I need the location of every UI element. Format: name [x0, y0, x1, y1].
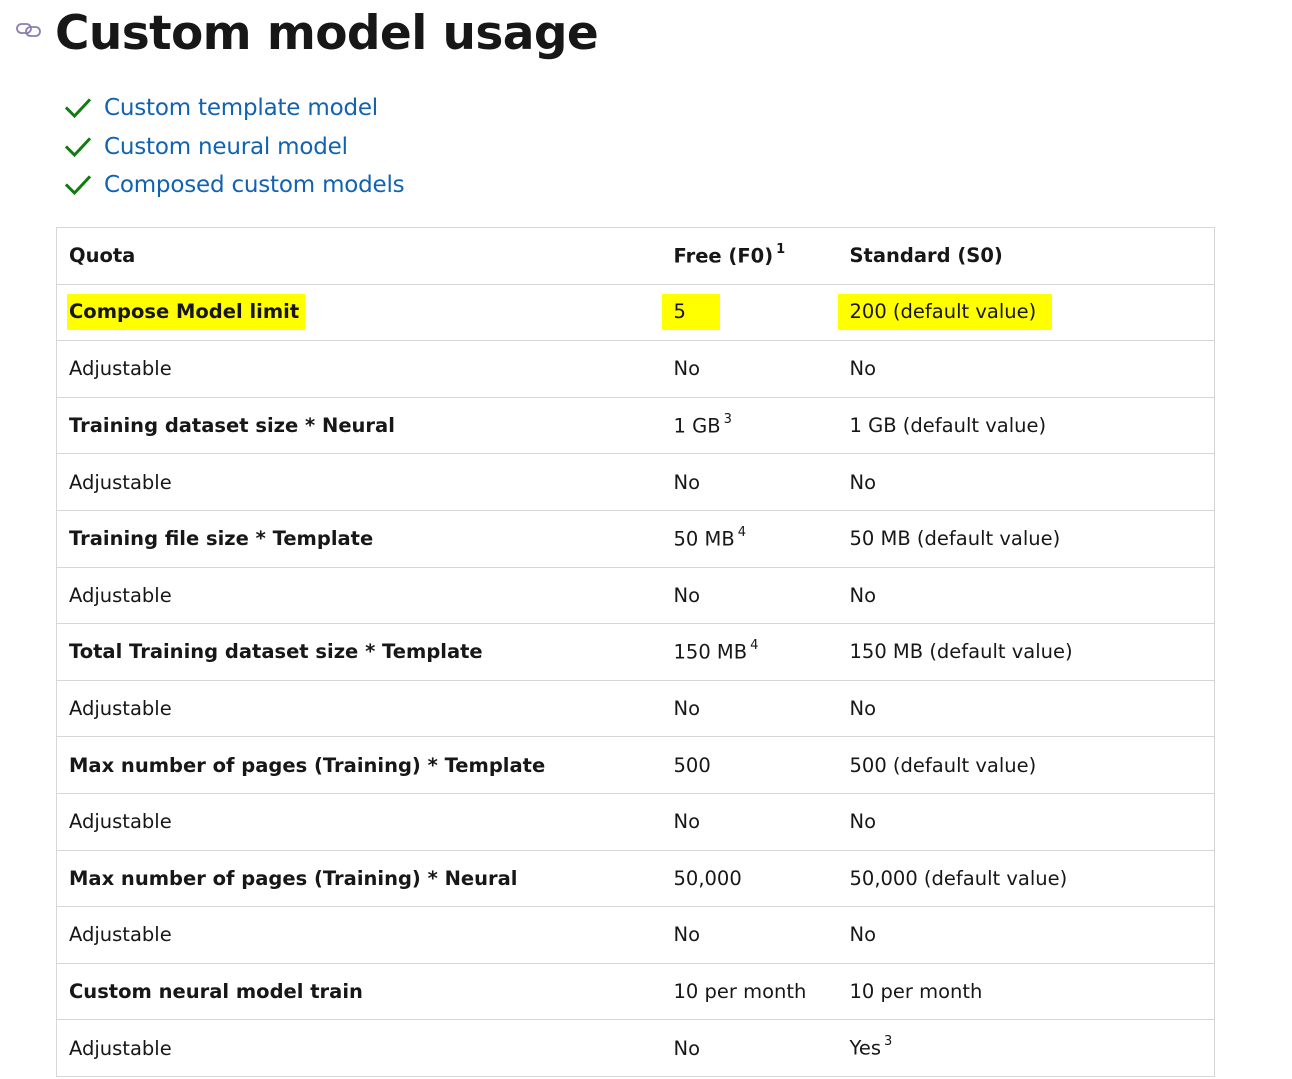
free-tier-cell: 1 GB 3	[649, 397, 838, 455]
list-item: Custom template model	[64, 89, 404, 128]
standard-tier-cell: 50,000 (default value)	[837, 850, 1215, 908]
quota-cell: Training dataset size * Neural	[56, 397, 650, 455]
list-item: Composed custom models	[64, 166, 405, 205]
free-tier-cell: 500	[649, 736, 838, 794]
check-icon	[64, 137, 92, 157]
free-tier-cell: 5	[649, 284, 838, 342]
quota-cell: Compose Model limit	[56, 284, 650, 342]
standard-tier-cell: No	[837, 906, 1215, 964]
free-tier-cell: No	[649, 567, 838, 625]
quota-cell: Max number of pages (Training) * Neural	[56, 850, 650, 908]
table-row: Adjustable No No	[56, 793, 1215, 851]
table-row: Training file size * Template 50 MB 4 50 MB…	[56, 510, 1215, 568]
table-row: Training dataset size * Neural 1 GB 3 1 GB …	[56, 397, 1215, 455]
quota-cell: Adjustable	[56, 793, 650, 851]
standard-tier-cell: 10 per month	[837, 963, 1215, 1021]
table-row: Max number of pages (Training) * Templat…	[56, 736, 1215, 794]
page-title: Custom model usage	[55, 6, 599, 61]
quota-cell: Custom neural model train	[56, 963, 650, 1021]
table-row: Total Training dataset size * Template 15…	[56, 623, 1215, 681]
table-row: Adjustable No Yes 3	[57, 1020, 1215, 1077]
standard-tier-cell: Yes 3	[849, 1034, 893, 1060]
table-row: Adjustable No No	[56, 906, 1215, 964]
table-row: Adjustable No No	[56, 340, 1215, 398]
highlighted-text: 5	[661, 294, 720, 331]
section-heading: Custom model usage	[0, 0, 1292, 70]
standard-tier-cell: 150 MB (default value)	[837, 623, 1215, 681]
standard-tier-cell: No	[837, 680, 1215, 738]
free-tier-cell: 10 per month	[649, 963, 838, 1021]
quota-table: Quota Free (F0) 1 Standard (S0) Compose M…	[56, 227, 1215, 1077]
quota-cell: Adjustable	[56, 340, 650, 398]
standard-tier-cell: 200 (default value)	[837, 284, 1215, 342]
free-tier-cell: No	[649, 793, 838, 851]
supported-models-list: Custom template model Custom neural mode…	[64, 89, 405, 205]
table-row: Compose Model limit 5 200 (default value)	[56, 284, 1215, 342]
table-body: Compose Model limit 5 200 (default value) A…	[56, 284, 1215, 1077]
free-tier-cell: No	[649, 906, 838, 964]
free-tier-cell: No	[673, 1036, 701, 1060]
standard-tier-cell: 50 MB (default value)	[837, 510, 1215, 568]
composed-custom-models-link[interactable]: Composed custom models	[104, 172, 405, 198]
custom-neural-model-link[interactable]: Custom neural model	[104, 134, 348, 160]
footnote-marker[interactable]: 1	[776, 242, 785, 257]
standard-tier-cell: No	[837, 567, 1215, 625]
quota-cell: Training file size * Template	[56, 510, 650, 568]
quota-cell: Max number of pages (Training) * Templat…	[56, 736, 650, 794]
link-icon[interactable]	[15, 18, 43, 40]
free-tier-cell: 50 MB 4	[649, 510, 838, 568]
free-tier-cell: 150 MB 4	[649, 623, 838, 681]
list-item: Custom neural model	[64, 128, 404, 167]
standard-tier-cell: No	[837, 340, 1215, 398]
standard-tier-cell: No	[837, 793, 1215, 851]
footnote-marker[interactable]: 3	[724, 412, 732, 427]
standard-tier-cell: 1 GB (default value)	[837, 397, 1215, 455]
custom-template-model-link[interactable]: Custom template model	[104, 95, 378, 121]
header-standard-tier: Standard (S0)	[837, 227, 1215, 285]
quota-cell: Adjustable	[69, 1036, 172, 1060]
quota-cell: Adjustable	[56, 906, 650, 964]
quota-cell: Adjustable	[56, 453, 650, 511]
free-tier-cell: 50,000	[649, 850, 838, 908]
free-tier-cell: No	[649, 680, 838, 738]
header-free-tier: Free (F0) 1	[649, 227, 838, 285]
standard-tier-cell: 500 (default value)	[837, 736, 1215, 794]
quota-cell: Total Training dataset size * Template	[56, 623, 650, 681]
table-row: Custom neural model train 10 per month 10 …	[56, 963, 1215, 1021]
check-icon	[64, 175, 92, 196]
highlighted-text: 200 (default value)	[837, 294, 1053, 331]
quota-cell: Adjustable	[56, 680, 650, 738]
footnote-marker[interactable]: 4	[738, 525, 746, 540]
quota-cell: Adjustable	[56, 567, 650, 625]
table-header-row: Quota Free (F0) 1 Standard (S0)	[56, 227, 1215, 285]
standard-tier-cell: No	[837, 453, 1215, 511]
header-quota: Quota	[56, 227, 650, 285]
footnote-marker[interactable]: 4	[750, 638, 758, 653]
table-row: Adjustable No No	[56, 680, 1215, 738]
table-row: Max number of pages (Training) * Neural 5…	[56, 850, 1215, 908]
free-tier-cell: No	[649, 340, 838, 398]
check-icon	[64, 98, 92, 119]
free-tier-cell: No	[649, 453, 838, 511]
highlighted-text: Compose Model limit	[67, 294, 306, 331]
footnote-marker[interactable]: 3	[884, 1034, 892, 1049]
table-row: Adjustable No No	[56, 567, 1215, 625]
table-row: Adjustable No No	[56, 453, 1215, 511]
